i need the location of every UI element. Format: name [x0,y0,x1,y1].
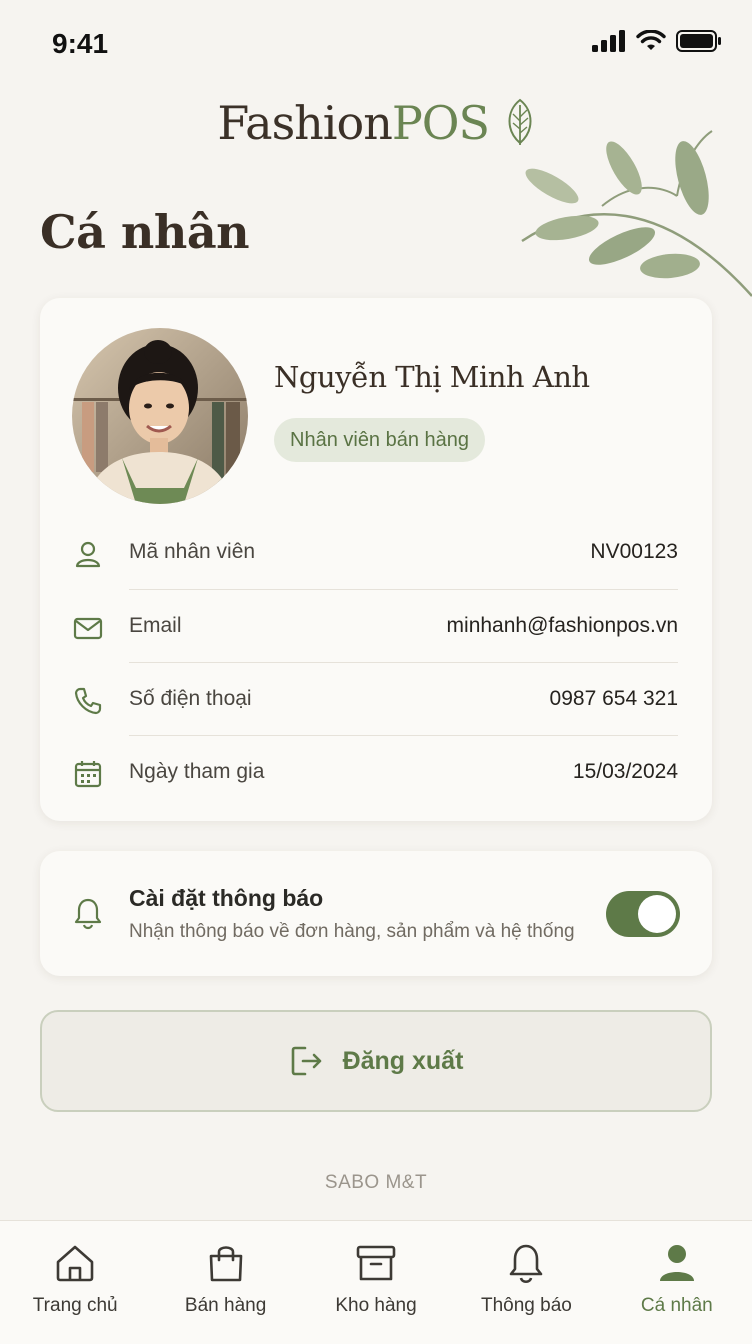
tab-label: Thông báo [480,1295,572,1316]
notification-settings-title: Cài đặt thông báo [129,885,324,911]
footer-brand: SABO M&T [324,1172,428,1193]
logout-label: Đăng xuất [342,1046,464,1075]
info-label: Số điện thoại [129,687,252,710]
tab-sales[interactable]: Bán hàng [150,1221,300,1344]
tab-home[interactable]: Trang chủ [0,1221,150,1344]
status-bar: 9:41 [0,0,752,90]
avatar[interactable] [72,328,248,504]
cellular-signal-icon [592,30,625,52]
toggle-knob [638,895,676,933]
info-row-join-date: Ngày tham gia 15/03/2024 [72,736,678,808]
bottom-tab-bar: Trang chủ Bán hàng Kho hàng Thông báo Cá… [0,1220,752,1344]
bell-icon [510,1244,543,1284]
brand-name-part2: POS [391,96,490,150]
page-title: Cá nhân [40,205,250,259]
tab-notifications[interactable]: Thông báo [451,1221,601,1344]
mail-icon [73,617,103,640]
info-label: Mã nhân viên [129,540,256,563]
info-value: NV00123 [590,540,678,563]
calendar-icon [74,761,102,788]
bell-icon [74,898,102,930]
status-icons [592,30,722,52]
tab-inventory[interactable]: Kho hàng [301,1221,451,1344]
home-icon [56,1245,94,1282]
person-icon [659,1245,694,1281]
tab-profile[interactable]: Cá nhân [602,1221,752,1344]
info-value: 15/03/2024 [572,760,678,783]
info-row-email: Email minhanh@fashionpos.vn [72,590,678,662]
info-value[interactable]: minhanh@fashionpos.vn [447,590,678,662]
info-value[interactable]: 0987 654 321 [550,663,678,735]
inventory-box-icon [356,1245,396,1281]
notification-settings-card: Cài đặt thông báo Nhận thông báo về đơn … [40,851,712,976]
info-row-employee-id: Mã nhân viên NV00123 [72,516,678,588]
phone-icon [74,687,102,715]
status-time: 9:41 [52,28,109,59]
notification-toggle[interactable] [606,891,680,937]
info-row-phone: Số điện thoại 0987 654 321 [72,663,678,735]
user-icon [75,541,101,568]
decorative-leaves [521,130,752,297]
tab-label: Trang chủ [32,1295,118,1316]
logout-button[interactable]: Đăng xuất [40,1010,712,1112]
tab-label: Cá nhân [640,1295,713,1316]
info-label: Email [129,614,182,637]
info-label: Ngày tham gia [129,760,265,783]
profile-name: Nguyễn Thị Minh Anh [274,360,590,394]
wifi-icon [636,30,666,50]
logout-icon [291,1046,321,1076]
tab-label: Bán hàng [184,1295,267,1316]
battery-icon [676,30,721,52]
role-badge: Nhân viên bán hàng [274,418,486,462]
notification-settings-subtitle: Nhận thông báo về đơn hàng, sản phẩm và … [129,921,575,942]
profile-card: Nguyễn Thị Minh Anh Nhân viên bán hàng M… [40,298,712,821]
tab-label: Kho hàng [335,1295,417,1316]
brand-name-part1: Fashion [217,96,392,150]
shopping-bag-icon [209,1246,242,1282]
